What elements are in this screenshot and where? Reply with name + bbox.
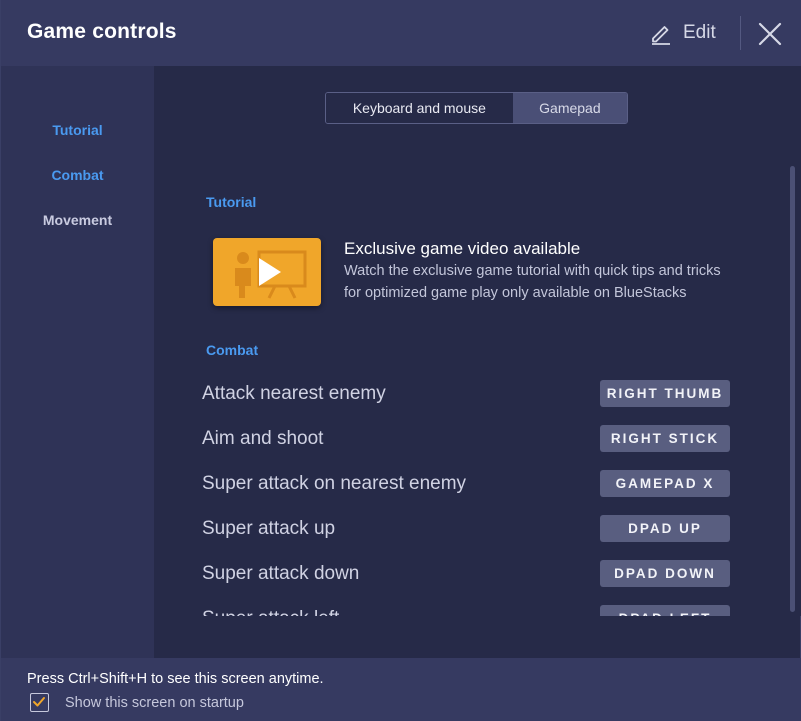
- presenter-play-icon: [235, 250, 307, 299]
- close-icon: [758, 22, 782, 46]
- main-content: Keyboard and mouse Gamepad Tutorial Excl…: [154, 66, 801, 616]
- close-button[interactable]: [756, 20, 784, 48]
- control-row: Super attack left DPAD LEFT: [202, 604, 730, 616]
- header-bar: Game controls Edit: [1, 0, 801, 66]
- tutorial-video-thumbnail[interactable]: [213, 238, 321, 306]
- video-description: Watch the exclusive game tutorial with q…: [344, 263, 721, 301]
- sidebar-item-tutorial[interactable]: Tutorial: [1, 122, 154, 138]
- control-row: Attack nearest enemy RIGHT THUMB: [202, 379, 730, 409]
- checkmark-icon: [33, 697, 45, 707]
- sidebar-nav: Tutorial Combat Movement: [1, 66, 154, 658]
- action-label: Super attack on nearest enemy: [202, 473, 467, 494]
- game-controls-window: Game controls Edit Tutorial Combat Movem…: [0, 0, 801, 721]
- startup-checkbox-label[interactable]: Show this screen on startup: [65, 695, 244, 711]
- control-row: Aim and shoot RIGHT STICK: [202, 424, 730, 454]
- shortcut-hint: Press Ctrl+Shift+H to see this screen an…: [27, 671, 324, 687]
- input-mode-toggle: Keyboard and mouse Gamepad: [325, 92, 628, 124]
- window-title: Game controls: [27, 20, 177, 43]
- sidebar-item-combat[interactable]: Combat: [1, 167, 154, 183]
- content-scrollbar[interactable]: [790, 166, 795, 612]
- footer-bar: Press Ctrl+Shift+H to see this screen an…: [1, 658, 801, 721]
- section-heading-tutorial: Tutorial: [206, 194, 257, 210]
- action-label: Attack nearest enemy: [202, 383, 386, 404]
- key-binding-badge[interactable]: RIGHT STICK: [600, 425, 730, 452]
- control-row: Super attack up DPAD UP: [202, 514, 730, 544]
- tab-keyboard-and-mouse[interactable]: Keyboard and mouse: [326, 93, 513, 123]
- action-label: Super attack left: [202, 608, 339, 616]
- video-title: Exclusive game video available: [344, 239, 581, 258]
- edit-button[interactable]: Edit: [649, 18, 716, 48]
- control-row: Super attack on nearest enemy GAMEPAD X: [202, 469, 730, 499]
- action-label: Super attack up: [202, 518, 336, 539]
- key-binding-badge[interactable]: DPAD LEFT: [600, 605, 730, 616]
- action-label: Super attack down: [202, 563, 360, 584]
- key-binding-badge[interactable]: RIGHT THUMB: [600, 380, 730, 407]
- header-divider: [740, 16, 741, 50]
- pencil-icon: [652, 26, 670, 45]
- key-binding-badge[interactable]: DPAD DOWN: [600, 560, 730, 587]
- key-binding-badge[interactable]: DPAD UP: [600, 515, 730, 542]
- key-binding-badge[interactable]: GAMEPAD X: [600, 470, 730, 497]
- edit-label: Edit: [683, 22, 716, 43]
- section-heading-combat: Combat: [206, 342, 259, 358]
- startup-checkbox[interactable]: [30, 693, 49, 712]
- action-label: Aim and shoot: [202, 428, 324, 449]
- sidebar-item-movement[interactable]: Movement: [1, 212, 154, 228]
- tab-gamepad[interactable]: Gamepad: [512, 93, 627, 123]
- control-row: Super attack down DPAD DOWN: [202, 559, 730, 589]
